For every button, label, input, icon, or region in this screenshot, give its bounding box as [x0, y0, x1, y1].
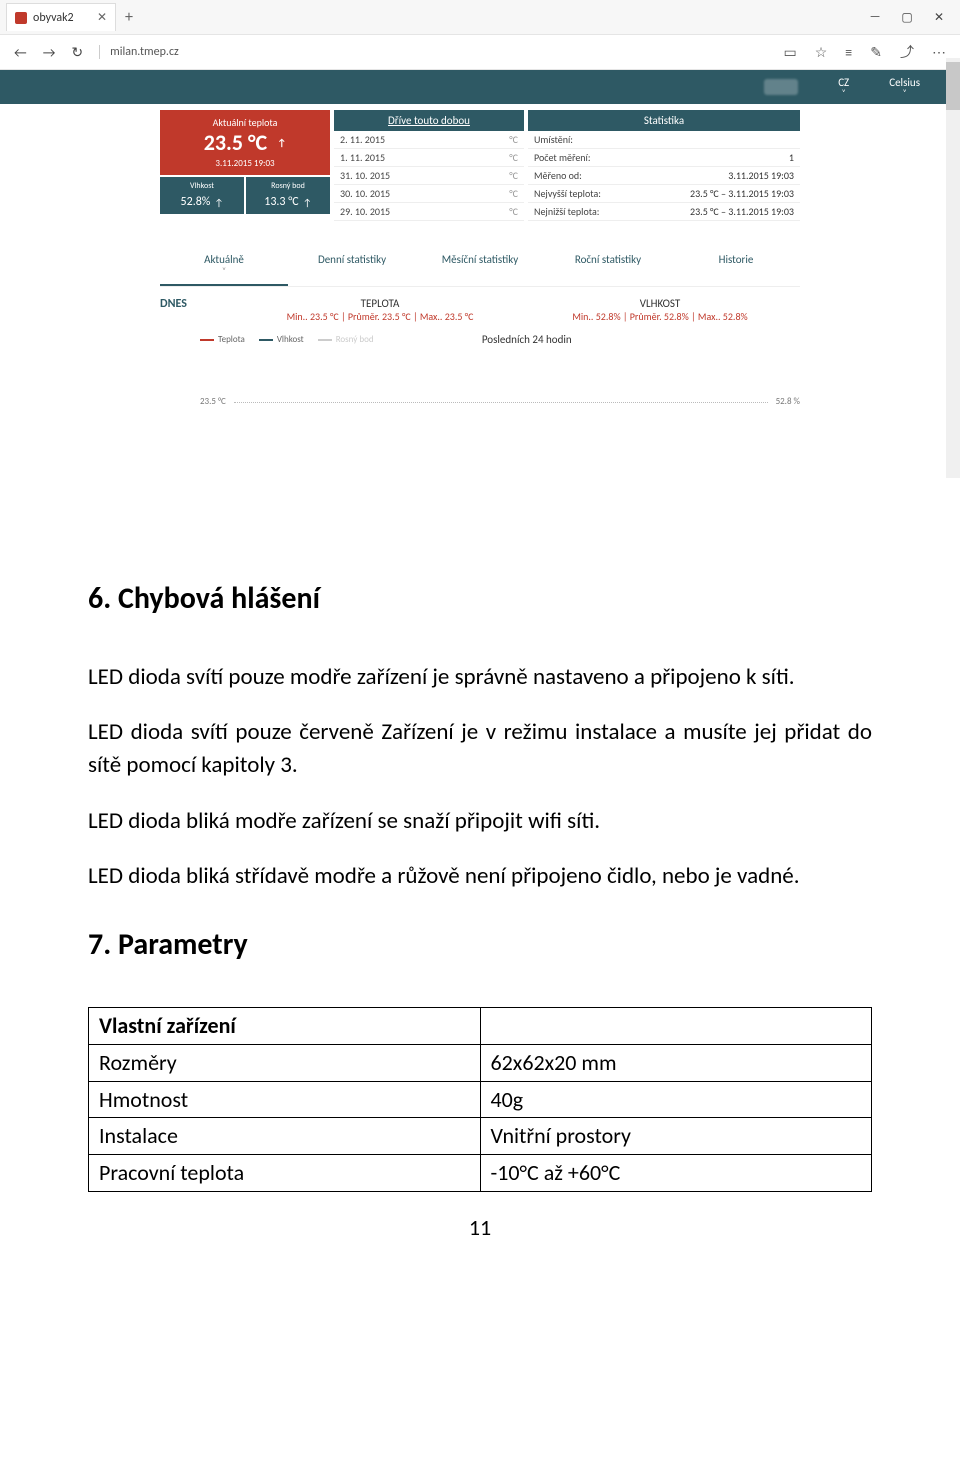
- favorite-icon[interactable]: ☆: [815, 44, 828, 61]
- reading-view-icon[interactable]: ▭: [783, 44, 796, 61]
- table-row: Rozměry62x62x20 mm: [89, 1044, 872, 1081]
- paragraph: LED dioda bliká modře zařízení se snaží …: [88, 805, 872, 838]
- legend-item: Teplota: [200, 334, 245, 345]
- today-label: DNES: [160, 297, 240, 323]
- current-temp-card: Aktuální teplota 23.5 °C ↑ 3.11.2015 19:…: [160, 110, 330, 175]
- table-row: 31. 10. 2015°C: [334, 167, 524, 185]
- tab-bar: obyvak2 ✕ + — ▢ ✕: [0, 0, 960, 34]
- stats-panel: Statistika Umístění: Počet měření:1 Měře…: [528, 110, 800, 221]
- more-icon[interactable]: ⋯: [932, 44, 946, 61]
- dewpoint-value: 13.3 °C: [264, 195, 298, 209]
- humidity-summary: VLHKOST Min.. 52.8% | Průměr. 52.8% | Ma…: [520, 297, 800, 323]
- table-row: 2. 11. 2015°C: [334, 131, 524, 149]
- language-label: CZ: [838, 77, 849, 89]
- chart-title: Posledních 24 hodin: [388, 333, 666, 346]
- paragraph: LED dioda bliká střídavě modře a růžově …: [88, 860, 872, 893]
- humidity-value: 52.8%: [181, 195, 211, 209]
- tab-current[interactable]: Aktuálně˅: [160, 245, 288, 286]
- chevron-down-icon: ˅: [902, 89, 906, 98]
- humidity-card: Vlhkost 52.8%↑: [160, 177, 244, 214]
- humidity-label: Vlhkost: [162, 181, 242, 191]
- axis-right-label: 52.8 %: [776, 396, 800, 407]
- history-table: 2. 11. 2015°C 1. 11. 2015°C 31. 10. 2015…: [334, 131, 524, 221]
- temp-summary: TEPLOTA Min.. 23.5 °C | Průměr. 23.5 °C …: [240, 297, 520, 323]
- axis-left-label: 23.5 °C: [200, 396, 226, 407]
- webnote-icon[interactable]: ✎: [870, 44, 882, 61]
- tab-history[interactable]: Historie: [672, 245, 800, 286]
- history-panel: Dříve touto dobou 2. 11. 2015°C 1. 11. 2…: [334, 110, 524, 221]
- table-row: 30. 10. 2015°C: [334, 185, 524, 203]
- day-summary: DNES TEPLOTA Min.. 23.5 °C | Průměr. 23.…: [160, 297, 800, 323]
- table-row: Umístění:: [528, 131, 800, 149]
- minimize-button[interactable]: —: [868, 10, 882, 25]
- legend-item: Rosný bod: [318, 334, 374, 345]
- parameters-table: Vlastní zařízení Rozměry62x62x20 mm Hmot…: [88, 1007, 872, 1192]
- table-row: Vlastní zařízení: [89, 1007, 872, 1044]
- heading-errors: 6. Chybová hlášení: [88, 577, 872, 621]
- table-row: Nejnižší teplota:23.5 °C – 3.11.2015 19:…: [528, 203, 800, 221]
- page-number: 11: [88, 1212, 872, 1244]
- hub-icon[interactable]: ≡: [845, 44, 852, 61]
- unit-select[interactable]: Celsius ˅: [889, 77, 920, 98]
- user-badge[interactable]: [764, 79, 798, 95]
- view-tabs: Aktuálně˅ Denní statistiky Měsíční stati…: [160, 245, 800, 287]
- current-readings: Aktuální teplota 23.5 °C ↑ 3.11.2015 19:…: [160, 110, 330, 221]
- nav-bar: ← → ↻ milan.tmep.cz ▭ ☆ ≡ ✎ ⤴ ⋯: [0, 34, 960, 70]
- stats-table: Umístění: Počet měření:1 Měřeno od:3.11.…: [528, 131, 800, 221]
- table-row: Počet měření:1: [528, 149, 800, 167]
- new-tab-button[interactable]: +: [116, 4, 142, 30]
- current-temp-timestamp: 3.11.2015 19:03: [160, 158, 330, 169]
- trend-up-icon: ↑: [303, 196, 312, 209]
- share-icon[interactable]: ⤴: [900, 42, 914, 62]
- browser-window: obyvak2 ✕ + — ▢ ✕ ← → ↻ milan.tmep.cz ▭ …: [0, 0, 960, 447]
- tab-daily[interactable]: Denní statistiky: [288, 245, 416, 286]
- vertical-scrollbar[interactable]: [946, 58, 960, 478]
- browser-tab[interactable]: obyvak2 ✕: [6, 3, 116, 31]
- app-header: CZ ˅ Celsius ˅: [0, 70, 960, 104]
- close-window-button[interactable]: ✕: [932, 10, 946, 25]
- unit-label: Celsius: [889, 77, 920, 89]
- table-row: 29. 10. 2015°C: [334, 203, 524, 221]
- trend-up-icon: ↑: [277, 136, 286, 149]
- tab-monthly[interactable]: Měsíční statistiky: [416, 245, 544, 286]
- dashboard: Aktuální teplota 23.5 °C ↑ 3.11.2015 19:…: [0, 104, 960, 447]
- table-row: Pracovní teplota-10°C až +60°C: [89, 1155, 872, 1192]
- document-body: 6. Chybová hlášení LED dioda svítí pouze…: [0, 447, 960, 1284]
- tab-title: obyvak2: [33, 11, 74, 25]
- legend-item: Vlhkost: [259, 334, 304, 345]
- history-title: Dříve touto dobou: [334, 110, 524, 131]
- chevron-down-icon: ˅: [842, 89, 846, 98]
- trend-up-icon: ↑: [214, 196, 223, 209]
- heading-parameters: 7. Parametry: [88, 923, 872, 967]
- close-tab-icon[interactable]: ✕: [97, 10, 107, 25]
- table-row: Měřeno od:3.11.2015 19:03: [528, 167, 800, 185]
- table-row: 1. 11. 2015°C: [334, 149, 524, 167]
- current-temp-label: Aktuální teplota: [160, 116, 330, 129]
- chart-axis: 23.5 °C 52.8 %: [200, 396, 800, 407]
- current-temp-value: 23.5 °C: [204, 129, 267, 156]
- reload-button[interactable]: ↻: [71, 44, 83, 61]
- tab-yearly[interactable]: Roční statistiky: [544, 245, 672, 286]
- favicon-icon: [15, 12, 27, 24]
- chart-legend: Teplota Vlhkost Rosný bod Posledních 24 …: [200, 333, 800, 346]
- maximize-button[interactable]: ▢: [900, 10, 914, 25]
- stats-title: Statistika: [528, 110, 800, 131]
- paragraph: LED dioda svítí pouze modře zařízení je …: [88, 661, 872, 694]
- table-row: Hmotnost40g: [89, 1081, 872, 1118]
- scrollbar-thumb[interactable]: [946, 62, 960, 110]
- language-select[interactable]: CZ ˅: [838, 77, 849, 98]
- table-row: InstalaceVnitřní prostory: [89, 1118, 872, 1155]
- address-bar[interactable]: milan.tmep.cz: [99, 45, 179, 59]
- dewpoint-label: Rosný bod: [248, 181, 328, 191]
- chevron-down-icon: ˅: [160, 266, 288, 276]
- table-row: Nejvyšší teplota:23.5 °C – 3.11.2015 19:…: [528, 185, 800, 203]
- back-button[interactable]: ←: [14, 44, 27, 61]
- dewpoint-card: Rosný bod 13.3 °C ↑: [246, 177, 330, 214]
- forward-button[interactable]: →: [43, 44, 56, 61]
- paragraph: LED dioda svítí pouze červeně Zařízení j…: [88, 716, 872, 783]
- window-controls: — ▢ ✕: [868, 10, 960, 25]
